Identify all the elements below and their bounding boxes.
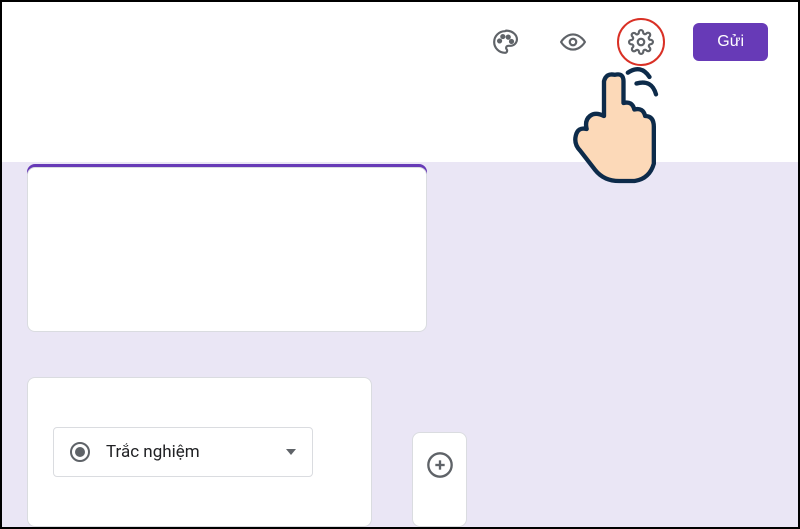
header-icon-group (481, 18, 665, 66)
add-question-button[interactable] (426, 451, 454, 483)
palette-icon (492, 29, 518, 55)
settings-button[interactable] (617, 18, 665, 66)
floating-toolbar (412, 432, 467, 527)
theme-palette-button[interactable] (481, 18, 529, 66)
preview-button[interactable] (549, 18, 597, 66)
header-bar: Gửi (2, 2, 798, 82)
question-card[interactable]: Trắc nghiệm (27, 377, 372, 527)
eye-icon (560, 29, 586, 55)
question-type-dropdown[interactable]: Trắc nghiệm (53, 427, 313, 477)
gear-icon (628, 29, 654, 55)
send-button[interactable]: Gửi (693, 23, 768, 61)
chevron-down-icon (286, 449, 296, 455)
radio-icon (70, 442, 90, 462)
form-title-card[interactable] (27, 167, 427, 332)
question-type-label: Trắc nghiệm (106, 442, 270, 462)
add-icon (426, 451, 454, 479)
